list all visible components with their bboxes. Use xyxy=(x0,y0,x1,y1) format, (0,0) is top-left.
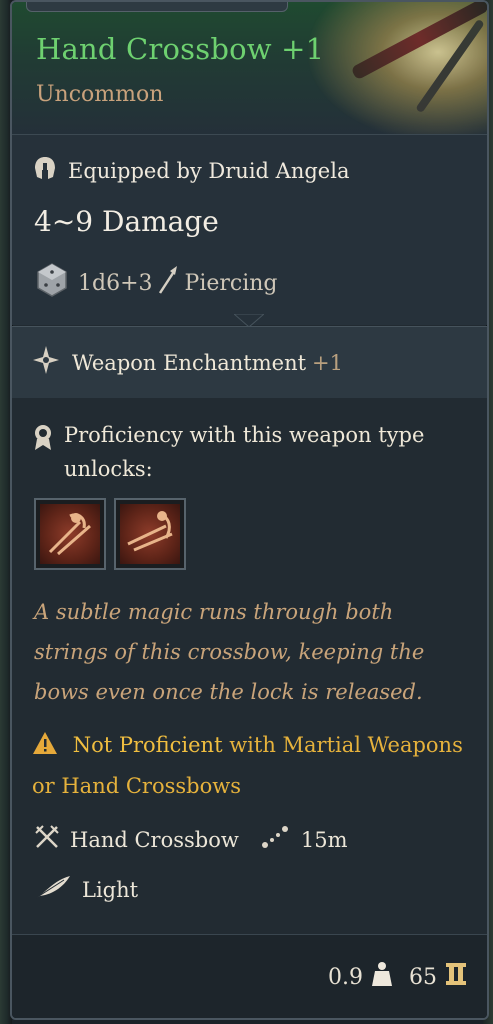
action-1-icon xyxy=(40,504,100,564)
unlocked-actions xyxy=(34,498,186,570)
badge-icon xyxy=(32,423,54,461)
range-icon xyxy=(261,825,289,854)
top-tab xyxy=(26,2,288,12)
warning-icon xyxy=(32,729,58,767)
damage-type: Piercing xyxy=(184,270,278,296)
enchant-icon xyxy=(32,345,60,380)
damage-range: 4~9 Damage xyxy=(34,205,219,238)
damage-dice: 1d6+3 xyxy=(78,270,153,296)
item-value: 65 xyxy=(409,964,437,990)
item-weight: 0.9 xyxy=(328,964,363,990)
helmet-icon xyxy=(32,155,58,186)
equipped-section: Equipped by Druid Angela 4~9 Damage 1d6+… xyxy=(12,134,487,325)
enchantment-row: Weapon Enchantment +1 xyxy=(32,345,343,380)
weapon-type: Hand Crossbow xyxy=(70,827,239,852)
warning-strong: Not Proficient xyxy=(72,733,223,757)
property-row-1: Hand Crossbow 15m xyxy=(34,824,347,855)
footer-stats: 0.9 65 xyxy=(328,961,467,993)
item-tooltip: Hand Crossbow +1 Uncommon Equipped by Dr… xyxy=(10,0,489,1020)
equipped-by-text: Equipped by Druid Angela xyxy=(68,158,350,183)
details-section: Proficiency with this weapon type unlock… xyxy=(12,398,487,934)
property-row-2: Light xyxy=(34,874,138,905)
equipped-by-row: Equipped by Druid Angela xyxy=(32,155,349,186)
weight-class: Light xyxy=(82,877,139,902)
item-name: Hand Crossbow +1 xyxy=(36,32,325,66)
damage-detail-row: 1d6+3 Piercing xyxy=(36,263,278,303)
proficiency-warning: Not Proficient with Martial Weapons or H… xyxy=(32,726,472,805)
action-slot-2[interactable] xyxy=(114,498,186,570)
item-art xyxy=(305,2,487,142)
action-2-icon xyxy=(120,504,180,564)
proficiency-text: Proficiency with this weapon type unlock… xyxy=(64,423,425,481)
dice-icon xyxy=(36,263,68,303)
weapon-range: 15m xyxy=(300,827,348,852)
feather-icon xyxy=(34,874,72,905)
tooltip-header: Hand Crossbow +1 Uncommon xyxy=(12,2,487,142)
gold-icon xyxy=(445,962,467,992)
item-rarity: Uncommon xyxy=(36,82,164,107)
enchantment-label: Weapon Enchantment xyxy=(72,350,307,375)
weight-icon xyxy=(371,961,393,993)
enchantment-bonus: +1 xyxy=(312,350,344,375)
item-description: A subtle magic runs through both strings… xyxy=(34,600,425,704)
crossed-swords-icon xyxy=(34,824,60,855)
proficiency-row: Proficiency with this weapon type unlock… xyxy=(32,418,472,486)
action-slot-1[interactable] xyxy=(34,498,106,570)
arrow-icon xyxy=(157,265,179,301)
enchantment-section: Weapon Enchantment +1 xyxy=(12,326,487,400)
tooltip-footer: 0.9 65 xyxy=(12,934,487,1018)
